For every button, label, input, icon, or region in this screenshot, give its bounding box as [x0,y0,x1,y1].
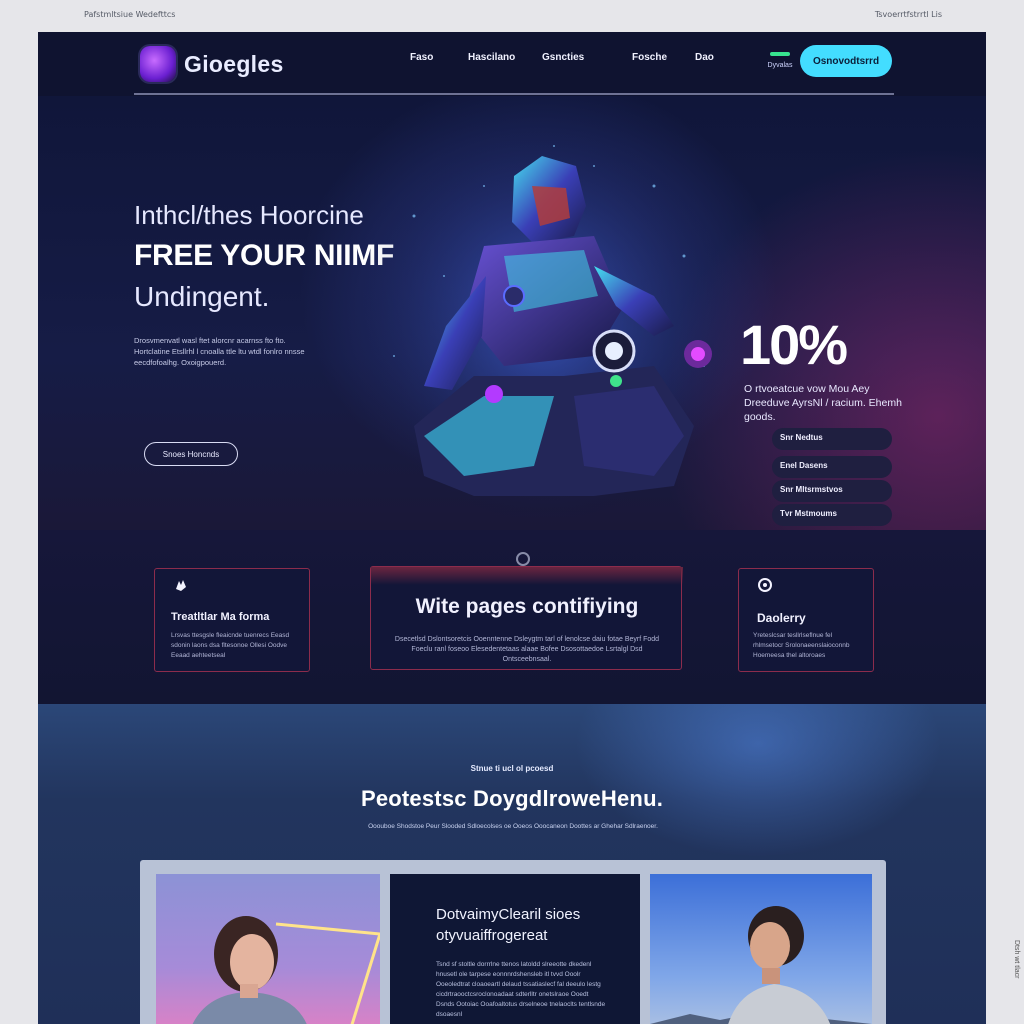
logo-text: Gioegles [184,50,284,77]
showcase-section: Stnue ti ucl ol pcoesd Peotestsc Doygdlr… [38,704,986,1024]
showcase-title: Peotestsc DoygdlroweHenu. [360,786,664,811]
feature-card-1-body: Lrsvas ttesgsle fleaicnde tuenrecs Eeasd… [171,632,290,659]
showcase-subtitle: Ooouboe Shodstoe Peur Slooded Sdloecolse… [368,823,658,830]
nav-link-1[interactable]: Faso [410,52,433,63]
top-nav: Gioegles Faso Hascilano Gsncties Fosche … [38,32,986,96]
hero-outline-button[interactable]: Snoes Honcnds [144,442,238,466]
hero-pill-3[interactable]: Snr Mltsrmstvos [772,480,892,502]
hero-stat-value: 10% [740,313,848,376]
hero-body-text: Drosvmenvatl wasl ftet alorcnr acarnss f… [134,336,305,367]
feature-card-3-body: Yreteslcsar tesllrlseflnue fel rhlmsetoc… [753,632,850,659]
hero-pill-2[interactable]: Enel Dasens [772,456,892,478]
showcase-center-body: Tsnd sf stoltle dorrrlne ttenos latoldd … [436,961,606,1018]
site-frame: Gioegles Faso Hascilano Gsncties Fosche … [38,32,986,1024]
hero-section: Inthcl/thes Hoorcine FREE YOUR NIIMF Und… [38,96,986,530]
section-marker-icon [516,552,530,566]
page-meta-right: Tsvoerrtfstrrtl Lis [874,10,942,19]
person-photo-right [650,874,872,1024]
side-meta: Dtsh wt tlacr [1013,940,1020,979]
logo[interactable]: Gioegles [140,46,284,82]
feature-section: Treatltlar Ma forma Lrsvas ttesgsle flea… [38,530,986,704]
gear-icon [758,578,772,592]
feature-card-3[interactable]: Daolerry Yreteslcsar tesllrlseflnue fel … [738,568,874,672]
hero-pill-1[interactable]: Snr Nedtus [772,428,892,450]
nav-divider [134,93,894,95]
nav-status-text: Dyvalas [767,62,793,69]
status-indicator-icon [770,52,790,56]
hero-character-illustration [354,126,734,526]
showcase-kicker: Stnue ti ucl ol pcoesd [470,764,554,773]
feature-card-2[interactable]: Wite pages contifiying Dsecetlsd Dslonts… [370,566,683,670]
logo-mark-icon [140,46,176,82]
hand-icon [176,580,186,591]
feature-card-2-title: Wite pages contifiying [415,595,639,618]
feature-card-1-title: Treatltlar Ma forma [171,611,270,623]
person-portrait-image [650,906,872,1024]
nav-status: Dyvalas [762,52,798,69]
hero-stat-caption: O rtvoeatcue vow Mou Aey Dreeduve AyrsNl… [744,383,902,423]
hero-pill-4[interactable]: Tvr Mstmoums [772,504,892,526]
showcase-center-title: DotvaimyClearil sioes otyvuaiffrogereat [436,906,581,944]
nav-link-3[interactable]: Gsncties [542,52,584,63]
nav-cta-button[interactable]: Osnovodtsrrd [800,45,892,77]
nav-link-4[interactable]: Fosche [632,52,667,63]
feature-card-2-body: Dsecetlsd Dslontsoretcis Ooenntenne Dsle… [394,636,660,663]
hero-stat-block: O rtvoeatcue vow Mou Aey Dreeduve AyrsNl… [744,382,904,424]
woman-portrait-image [192,916,380,1024]
feature-card-1[interactable]: Treatltlar Ma forma Lrsvas ttesgsle flea… [154,568,310,672]
nav-link-2[interactable]: Hascilano [468,52,515,63]
page-meta-left: Pafstmltsiue Wedefttcs [84,10,176,19]
nav-link-5[interactable]: Dao [695,52,714,63]
showcase-panel: DotvaimyClearil sioes otyvuaiffrogereat … [140,860,886,1024]
showcase-center-card: DotvaimyClearil sioes otyvuaiffrogereat … [390,874,640,1024]
feature-card-3-title: Daolerry [757,611,806,625]
person-photo-left [156,874,380,1024]
